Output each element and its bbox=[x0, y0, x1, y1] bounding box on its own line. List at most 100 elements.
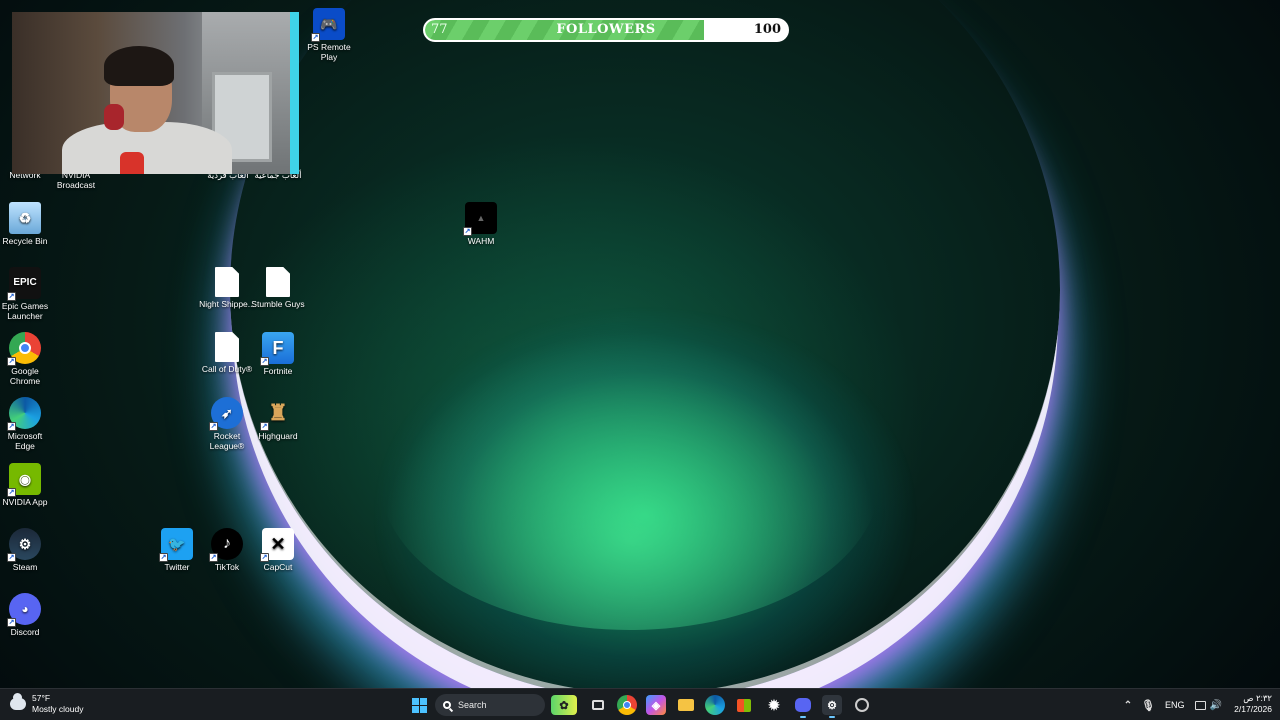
windows-icon bbox=[411, 697, 427, 713]
shortcut-arrow-icon: ↗ bbox=[7, 553, 16, 562]
desktop-icon-label: Microsoft Edge bbox=[7, 431, 43, 451]
epic-games-icon: EPIC ↗ bbox=[7, 267, 41, 301]
capcut-icon: ✕ ↗ bbox=[260, 528, 294, 562]
taskbar-store-button[interactable] bbox=[734, 695, 754, 715]
active-indicator bbox=[829, 716, 835, 718]
shortcut-arrow-icon: ↗ bbox=[7, 357, 16, 366]
follower-goal-label: FOLLOWERS bbox=[556, 22, 656, 37]
taskbar-edge-button[interactable] bbox=[705, 695, 725, 715]
shortcut-arrow-icon: ↗ bbox=[7, 488, 16, 497]
fortnite-icon: F ↗ bbox=[260, 332, 294, 366]
weather-description: Mostly cloudy bbox=[32, 704, 84, 714]
taskbar: 57°F Mostly cloudy Search ✿ ◈ ✹ ⚙ ⌃ 🎙 EN… bbox=[0, 688, 1280, 720]
desktop-icon-microsoft-edge[interactable]: ↗ Microsoft Edge bbox=[0, 397, 53, 451]
speaker-icon: 🔊 bbox=[1209, 699, 1223, 711]
desktop-icon-discord[interactable]: ◕ ↗ Discord bbox=[0, 593, 53, 637]
file-icon bbox=[215, 332, 239, 362]
task-view-button[interactable] bbox=[588, 695, 608, 715]
desktop-icon-recycle-bin[interactable]: ♻ Recycle Bin bbox=[0, 202, 53, 246]
rocket-league-icon: ➶ ↗ bbox=[209, 397, 243, 431]
obs-icon bbox=[855, 698, 869, 712]
shortcut-arrow-icon: ↗ bbox=[7, 618, 16, 627]
desktop-icon-nvidia-app[interactable]: ◉ ↗ NVIDIA App bbox=[0, 463, 53, 507]
network-icon bbox=[1194, 700, 1206, 710]
webcam-person-hair bbox=[104, 46, 174, 86]
taskbar-file-explorer-button[interactable] bbox=[676, 695, 696, 715]
shortcut-arrow-icon: ↗ bbox=[209, 553, 218, 562]
desktop-icon-label: Recycle Bin bbox=[2, 236, 48, 246]
desktop-icon-label: Google Chrome bbox=[9, 366, 41, 386]
desktop-icon-label: Stumble Guys bbox=[251, 299, 305, 309]
discord-icon: ◕ ↗ bbox=[7, 593, 41, 627]
tiktok-icon: ♪ ↗ bbox=[209, 528, 243, 562]
desktop-icon-steam[interactable]: ⚙ ↗ Steam bbox=[0, 528, 53, 572]
shortcut-arrow-icon: ↗ bbox=[260, 553, 269, 562]
desktop-icon-wahm[interactable]: ▲ ↗ WAHM bbox=[453, 202, 509, 246]
cloud-icon bbox=[10, 693, 26, 710]
taskbar-copilot-button[interactable]: ◈ bbox=[646, 695, 666, 715]
desktop-icon-label: Steam bbox=[12, 562, 38, 572]
desktop-icon-tiktok[interactable]: ♪ ↗ TikTok bbox=[199, 528, 255, 572]
shortcut-arrow-icon: ↗ bbox=[260, 422, 269, 431]
desktop-icon-stumble-guys[interactable]: Stumble Guys bbox=[250, 267, 306, 309]
volume-button[interactable]: 🔊 bbox=[1206, 695, 1226, 715]
twitter-icon: 🐦 ↗ bbox=[159, 528, 193, 562]
desktop-icon-rocket-league[interactable]: ➶ ↗ Rocket League® bbox=[199, 397, 255, 451]
taskbar-steam-button[interactable]: ⚙ bbox=[822, 695, 842, 718]
active-indicator bbox=[800, 716, 806, 718]
weather-temperature: 57°F bbox=[32, 693, 51, 703]
search-icon bbox=[443, 701, 451, 709]
webcam-light bbox=[290, 12, 299, 174]
taskbar-obs-button[interactable] bbox=[852, 695, 872, 715]
highguard-icon: ♜ ↗ bbox=[260, 400, 288, 431]
edge-icon: ↗ bbox=[7, 397, 41, 431]
desktop-icon-fortnite[interactable]: F ↗ Fortnite bbox=[250, 332, 306, 376]
wahm-icon: ▲ ↗ bbox=[463, 202, 497, 236]
start-button[interactable] bbox=[409, 695, 429, 715]
desktop-icon-label: Highguard bbox=[258, 431, 298, 441]
steam-icon: ⚙ bbox=[827, 699, 837, 712]
desktop-icon-label: CapCut bbox=[263, 562, 293, 572]
microphone-icon: 🎙 bbox=[1141, 699, 1155, 712]
steelseries-icon: ✹ bbox=[768, 696, 780, 713]
desktop-icon-label: WAHM bbox=[467, 236, 495, 246]
desktop-icon-twitter[interactable]: 🐦 ↗ Twitter bbox=[149, 528, 205, 572]
widgets-decoration-icon[interactable]: ✿ bbox=[551, 695, 577, 715]
follower-goal-bar: 77 FOLLOWERS 100 bbox=[423, 18, 789, 42]
desktop-icon-label: PS Remote Play bbox=[307, 42, 351, 62]
epic-logo-text: EPIC bbox=[13, 277, 37, 288]
webcam-headset bbox=[104, 104, 124, 130]
desktop-icon-google-chrome[interactable]: ↗ Google Chrome bbox=[0, 332, 53, 386]
desktop-icon-night-shippers[interactable]: Night Shippe... bbox=[199, 267, 255, 309]
taskbar-discord-button[interactable] bbox=[793, 695, 813, 718]
copilot-icon: ◈ bbox=[651, 699, 661, 712]
taskbar-search[interactable]: Search bbox=[435, 694, 545, 716]
desktop-icon-call-of-duty[interactable]: Call of Duty® bbox=[199, 332, 255, 374]
shortcut-arrow-icon: ↗ bbox=[159, 553, 168, 562]
steam-icon: ⚙ ↗ bbox=[7, 528, 41, 562]
nvidia-icon: ◉ ↗ bbox=[7, 463, 41, 497]
desktop-icon-epic-games[interactable]: EPIC ↗ Epic Games Launcher bbox=[0, 267, 53, 321]
shortcut-arrow-icon: ↗ bbox=[311, 33, 320, 42]
desktop-icon-label: Discord bbox=[10, 627, 40, 637]
desktop-icon-highguard[interactable]: ♜ ↗ Highguard bbox=[250, 397, 306, 442]
weather-widget[interactable]: 57°F Mostly cloudy bbox=[10, 693, 84, 715]
taskbar-steelseries-button[interactable]: ✹ bbox=[764, 695, 784, 715]
taskbar-clock[interactable]: ٢:٣٢ ص 2/17/2026 bbox=[1228, 693, 1272, 715]
shortcut-arrow-icon: ↗ bbox=[260, 357, 269, 366]
language-indicator[interactable]: ENG bbox=[1165, 700, 1185, 710]
desktop-icon-capcut[interactable]: ✕ ↗ CapCut bbox=[250, 528, 306, 572]
recycle-bin-icon: ♻ bbox=[9, 202, 41, 234]
desktop-icon-label: TikTok bbox=[214, 562, 240, 572]
show-hidden-icons-button[interactable]: ⌃ bbox=[1118, 695, 1138, 715]
file-icon bbox=[266, 267, 290, 297]
desktop-icon-ps-remote-play[interactable]: 🎮 ↗ PS Remote Play bbox=[301, 8, 357, 62]
chevron-up-icon: ⌃ bbox=[1123, 699, 1133, 711]
microphone-button[interactable]: 🎙 bbox=[1138, 695, 1158, 715]
chrome-icon bbox=[623, 701, 631, 709]
desktop-icon-label: Night Shippe... bbox=[199, 299, 255, 309]
folder-icon bbox=[678, 699, 694, 711]
search-label: Search bbox=[458, 700, 487, 710]
taskbar-chrome-button[interactable] bbox=[617, 695, 637, 715]
desktop-icon-label: NVIDIA App bbox=[2, 497, 48, 507]
